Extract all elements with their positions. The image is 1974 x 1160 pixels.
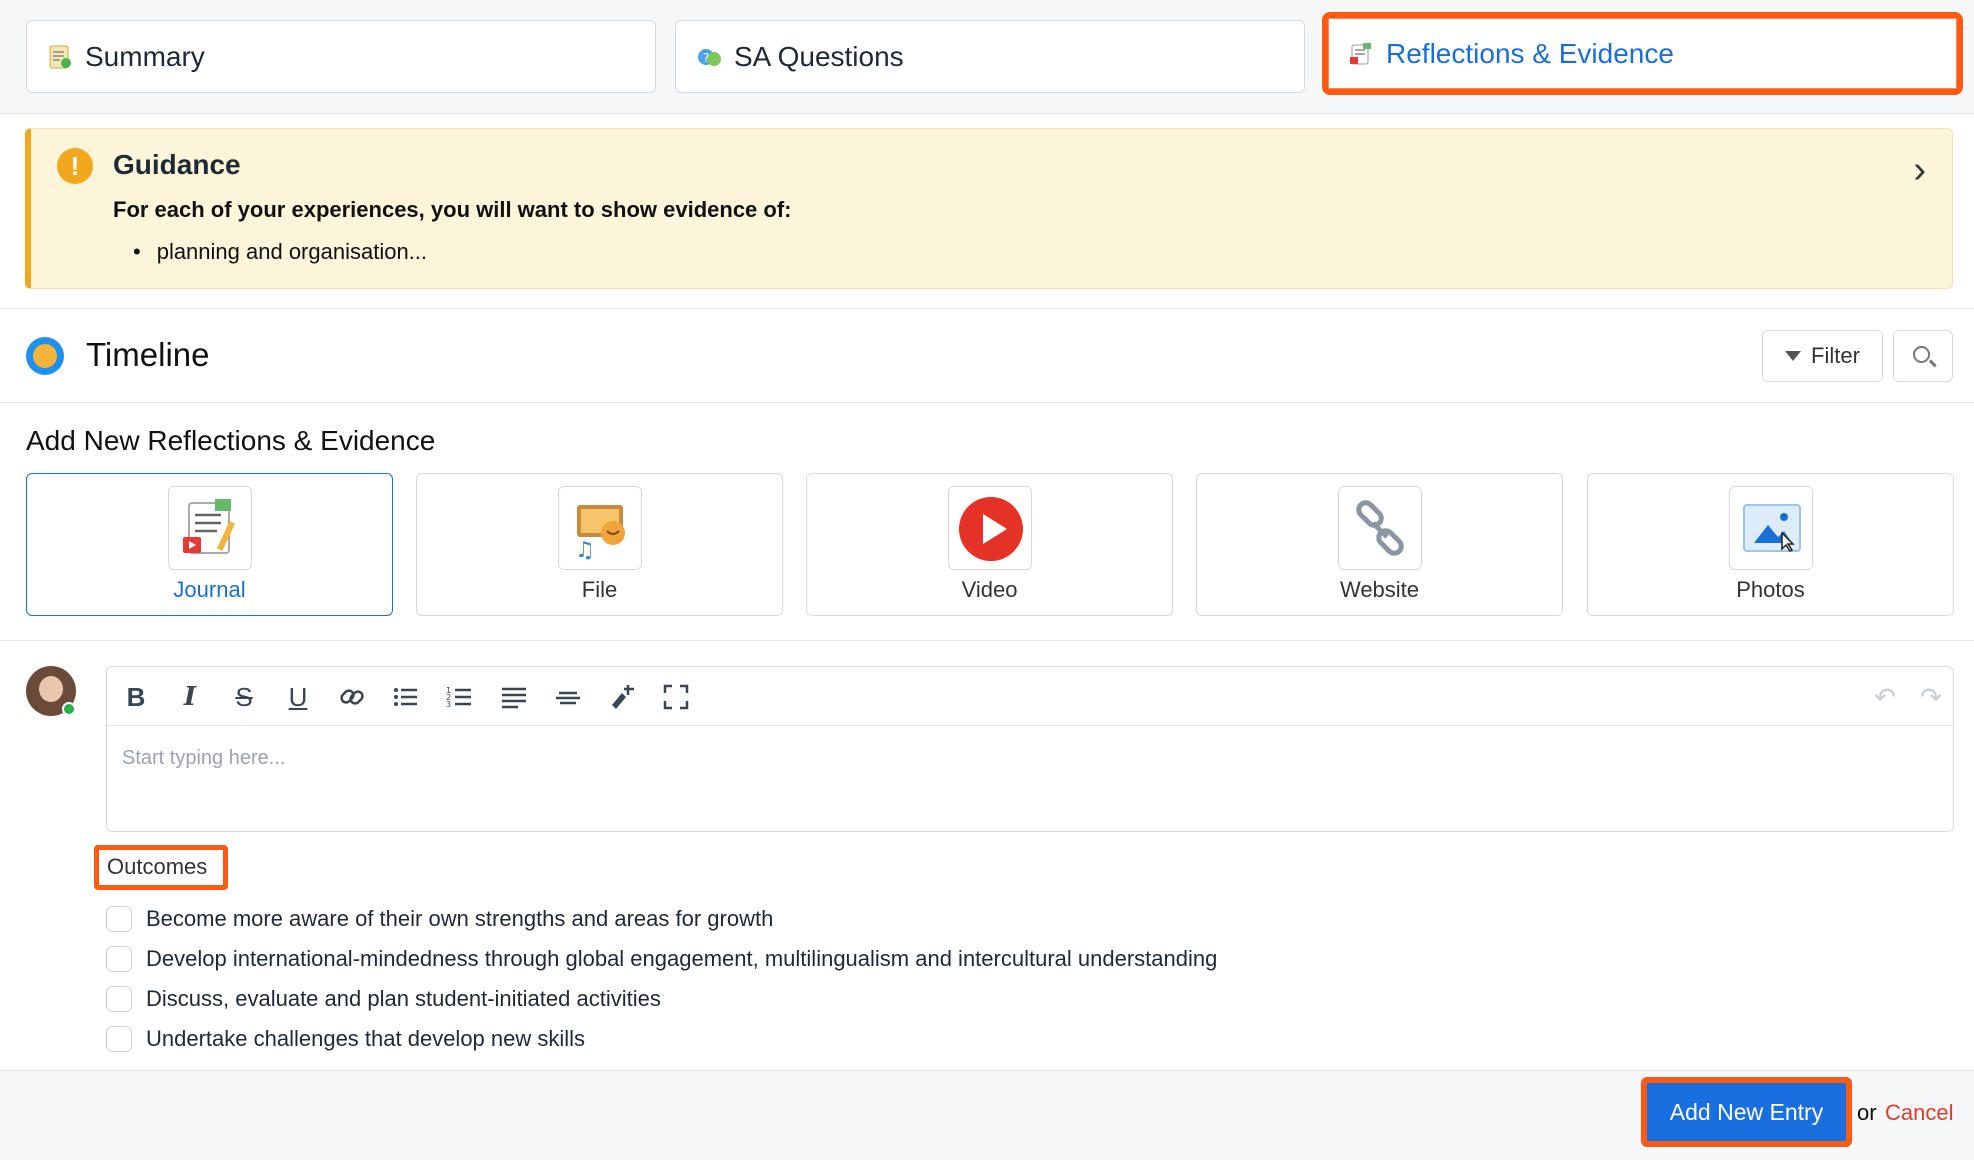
guidance-body: For each of your experiences, you will w… <box>113 197 792 222</box>
outcomes-label: Outcomes <box>94 845 228 890</box>
warning-icon: ! <box>57 148 93 184</box>
guidance-list: planning and organisation... <box>133 239 427 265</box>
editor-toolbar: B I S U 123 ↶ ↷ <box>107 667 1953 726</box>
type-file-label: File <box>581 577 618 602</box>
bullet-list-icon[interactable] <box>388 679 424 715</box>
link-icon[interactable] <box>334 679 370 715</box>
photos-icon <box>1728 486 1813 570</box>
rich-text-editor[interactable]: B I S U 123 ↶ ↷ Start typing here... <box>106 666 1954 832</box>
divider <box>0 640 1974 641</box>
tab-summary[interactable]: Summary <box>26 20 656 93</box>
align-left-icon[interactable] <box>496 679 532 715</box>
timeline-title: Timeline <box>86 336 210 373</box>
type-journal[interactable]: Journal <box>26 473 393 616</box>
guidance-title: Guidance <box>113 149 241 180</box>
or-text: or <box>1857 1100 1877 1125</box>
outcome-item[interactable]: Develop international-mindedness through… <box>106 944 1217 974</box>
numbered-list-icon[interactable]: 123 <box>442 679 478 715</box>
journal-icon <box>167 486 252 570</box>
outcome-checkbox[interactable] <box>106 906 132 932</box>
outcome-item[interactable]: Undertake challenges that develop new sk… <box>106 1024 585 1054</box>
underline-icon[interactable]: U <box>280 679 316 715</box>
tab-bar: Summary ? SA Questions Reflections & Evi… <box>0 0 1974 114</box>
type-journal-label: Journal <box>173 577 246 602</box>
undo-icon[interactable]: ↶ <box>1867 679 1903 715</box>
tab-reflections-evidence[interactable]: Reflections & Evidence <box>1322 12 1963 95</box>
fullscreen-icon[interactable] <box>658 679 694 715</box>
filter-label: Filter <box>1811 343 1860 368</box>
svg-text:♫: ♫ <box>575 538 595 563</box>
search-icon <box>1913 346 1930 363</box>
filter-button[interactable]: Filter <box>1762 330 1883 382</box>
questions-icon: ? <box>696 44 722 70</box>
type-website-label: Website <box>1339 577 1420 602</box>
type-photos-label: Photos <box>1736 577 1805 602</box>
guidance-list-item: planning and organisation... <box>133 239 427 265</box>
outcome-checkbox[interactable] <box>106 986 132 1012</box>
italic-icon[interactable]: I <box>172 679 208 715</box>
type-video-label: Video <box>961 577 1018 602</box>
outcome-label: Become more aware of their own strengths… <box>146 906 774 931</box>
guidance-panel[interactable]: ! Guidance For each of your experiences,… <box>25 128 1953 289</box>
clear-format-icon[interactable] <box>604 679 640 715</box>
type-photos[interactable]: Photos <box>1587 473 1954 616</box>
cancel-link[interactable]: Cancel <box>1885 1100 1953 1126</box>
tab-sa-questions-label: SA Questions <box>734 40 904 72</box>
video-icon <box>947 486 1032 570</box>
svg-text:3: 3 <box>446 700 451 709</box>
divider <box>0 308 1974 309</box>
tab-reflections-label: Reflections & Evidence <box>1386 37 1674 69</box>
outcome-label: Discuss, evaluate and plan student-initi… <box>146 986 661 1011</box>
summary-icon <box>47 44 73 70</box>
add-new-entry-button[interactable]: Add New Entry <box>1641 1077 1852 1147</box>
tab-sa-questions[interactable]: ? SA Questions <box>675 20 1305 93</box>
divider <box>0 402 1974 403</box>
outcome-checkbox[interactable] <box>106 1026 132 1052</box>
redo-icon[interactable]: ↷ <box>1913 679 1949 715</box>
timeline-clock-icon <box>26 337 64 375</box>
chevron-right-icon[interactable]: › <box>1913 151 1926 189</box>
search-button[interactable] <box>1893 330 1953 382</box>
funnel-icon <box>1785 351 1802 361</box>
outcome-label: Undertake challenges that develop new sk… <box>146 1026 586 1051</box>
reflections-icon <box>1348 41 1374 67</box>
align-center-icon[interactable] <box>550 679 586 715</box>
outcome-item[interactable]: Become more aware of their own strengths… <box>106 904 773 934</box>
type-video[interactable]: Video <box>806 473 1173 616</box>
type-file[interactable]: ♫ File <box>416 473 783 616</box>
bold-icon[interactable]: B <box>118 679 154 715</box>
add-new-title: Add New Reflections & Evidence <box>26 425 436 456</box>
tab-summary-label: Summary <box>85 40 205 72</box>
outcome-label: Develop international-mindedness through… <box>146 946 1218 971</box>
type-website[interactable]: Website <box>1196 473 1563 616</box>
editor-input[interactable]: Start typing here... <box>122 747 285 770</box>
outcome-checkbox[interactable] <box>106 946 132 972</box>
website-link-icon <box>1337 486 1422 570</box>
strikethrough-icon[interactable]: S <box>226 679 262 715</box>
outcome-item[interactable]: Discuss, evaluate and plan student-initi… <box>106 984 661 1014</box>
online-status-icon <box>62 702 76 716</box>
file-icon: ♫ <box>557 486 642 570</box>
svg-text:?: ? <box>703 51 709 65</box>
